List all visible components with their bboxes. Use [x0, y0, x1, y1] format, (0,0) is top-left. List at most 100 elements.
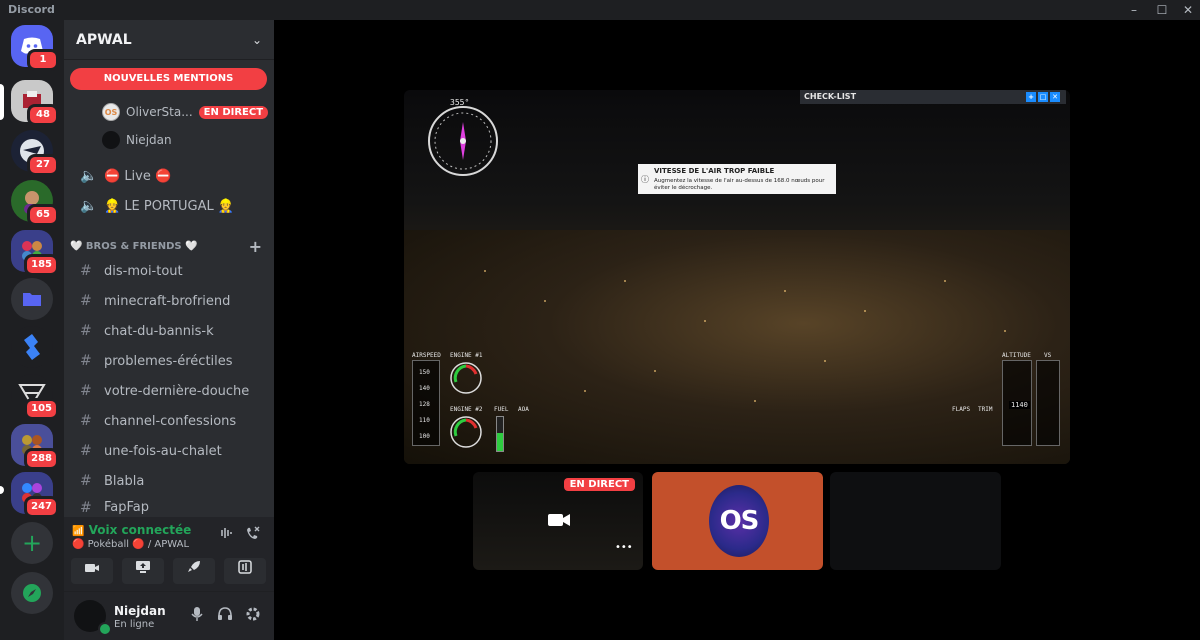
text-channel[interactable]: # chat-du-bannis-k [72, 317, 266, 345]
minimize-button[interactable]: – [1120, 2, 1148, 18]
voice-channel-link[interactable]: 🔴 Pokéball 🔴 / APWAL [72, 539, 189, 550]
checklist-title: CHECK-LIST [804, 92, 857, 101]
hashtag-icon: # [80, 473, 92, 489]
avatar: OS [709, 485, 769, 557]
new-mentions-banner[interactable]: NOUVELLES MENTIONS [70, 68, 267, 90]
engine2-label: ENGINE #2 [450, 406, 483, 413]
soundboard-icon [238, 560, 252, 574]
user-status: En ligne [114, 619, 155, 630]
avatar-initials: OS [719, 506, 760, 536]
noise-suppression-icon[interactable] [214, 525, 236, 547]
microphone-icon[interactable] [186, 606, 208, 628]
maximize-button[interactable]: ☐ [1148, 2, 1176, 18]
server-badge: 185 [24, 254, 59, 276]
server-icon-6[interactable] [11, 326, 53, 368]
activity-button[interactable] [173, 558, 215, 584]
unread-server-indicator [0, 486, 4, 494]
more-options-icon[interactable]: ••• [615, 542, 633, 553]
alert-title: VITESSE DE L'AIR TROP FAIBLE [654, 167, 775, 175]
server-icon-2[interactable]: 27 [11, 130, 59, 176]
server-icon-3[interactable]: 65 [11, 180, 59, 226]
hashtag-icon: # [80, 263, 92, 279]
server-icon-7[interactable]: 105 [11, 374, 59, 420]
soundboard-button[interactable] [224, 558, 266, 584]
checklist-window-button[interactable]: □ [1038, 92, 1048, 102]
server-folder[interactable] [11, 278, 53, 320]
text-channel[interactable]: # une-fois-au-chalet [72, 437, 266, 465]
channel-label: dis-moi-tout [104, 263, 183, 279]
live-badge: EN DIRECT [563, 478, 635, 491]
text-channel[interactable]: # Blabla [72, 467, 266, 495]
screen-share-button[interactable] [122, 558, 164, 584]
close-button[interactable]: ✕ [1174, 2, 1200, 18]
user-tile-niejdan[interactable] [830, 472, 1001, 570]
video-button[interactable] [71, 558, 113, 584]
live-badge: EN DIRECT [198, 105, 269, 119]
voice-user-niejdan[interactable]: Niejdan [102, 128, 172, 152]
category-bros-friends[interactable]: 🤍 BROS & FRIENDS 🤍 + [64, 237, 274, 256]
headphones-icon[interactable] [214, 606, 236, 628]
altitude-label: ALTITUDE [1002, 352, 1031, 359]
server-icon-1[interactable]: 48 [11, 80, 59, 126]
online-status-icon [98, 622, 112, 636]
engine1-gauge-icon [450, 362, 482, 394]
stream-tile[interactable]: EN DIRECT ••• [473, 472, 643, 570]
text-channel[interactable]: # problemes-éréctiles [72, 347, 266, 375]
user-name[interactable]: Niejdan [114, 604, 166, 618]
add-channel-icon[interactable]: + [249, 237, 262, 256]
channel-label: minecraft-brofriend [104, 293, 231, 309]
voice-status: 📶 Voix connectée [72, 523, 192, 537]
home-badge: 1 [27, 49, 59, 71]
voice-channel-live[interactable]: 🔈 ⛔ Live ⛔ [72, 162, 266, 190]
flaps-label: FLAPS [952, 406, 971, 413]
aoa-label: AOA [518, 406, 529, 413]
camera-icon [548, 514, 570, 526]
stream-stage[interactable]: CHECK-LIST + □ ✕ ⓘ VITESSE DE L'AIR TROP… [274, 20, 1200, 640]
airspeed-tape: 150 140 128 110 100 [412, 360, 440, 446]
avatar [102, 131, 120, 149]
server-icon-4[interactable]: 185 [11, 230, 59, 276]
speaker-icon: 🔈 [80, 168, 98, 184]
voice-user-oliver[interactable]: OS OliverSta... EN DIRECT [102, 100, 269, 124]
channel-label: Blabla [104, 473, 145, 489]
info-icon: ⓘ [641, 175, 649, 184]
gear-icon[interactable] [242, 606, 264, 628]
explore-button[interactable] [11, 572, 53, 614]
trim-label: TRIM [978, 406, 993, 413]
speaker-icon: 🔈 [80, 198, 98, 214]
channel-label: 👷 LE PORTUGAL 👷 [104, 198, 235, 214]
channel-label: votre-dernière-douche [104, 383, 250, 399]
guild-header[interactable]: APWAL ⌄ [64, 20, 274, 60]
hashtag-icon: # [80, 500, 92, 516]
checklist-panel[interactable]: CHECK-LIST + □ ✕ [800, 90, 1066, 104]
server-badge: 288 [24, 448, 59, 470]
channel-label: channel-confessions [104, 413, 237, 429]
fuel-label: FUEL [494, 406, 509, 413]
server-icon-9[interactable]: 247 [11, 472, 59, 518]
server-badge: 65 [27, 204, 59, 226]
main-stream-view[interactable]: CHECK-LIST + □ ✕ ⓘ VITESSE DE L'AIR TROP… [404, 90, 1070, 464]
hashtag-icon: # [80, 293, 92, 309]
compass-rose-icon [434, 112, 492, 170]
active-server-indicator [0, 84, 4, 120]
checklist-close-button[interactable]: ✕ [1050, 92, 1060, 102]
checklist-add-button[interactable]: + [1026, 92, 1036, 102]
server-badge: 105 [24, 398, 59, 420]
server-icon-8[interactable]: 288 [11, 424, 59, 470]
hashtag-icon: # [80, 443, 92, 459]
text-channel[interactable]: # FapFap [72, 496, 266, 517]
user-tile-oliver[interactable]: OS [652, 472, 823, 570]
stall-warning-alert: ⓘ VITESSE DE L'AIR TROP FAIBLE Augmentez… [638, 164, 836, 194]
channel-label: une-fois-au-chalet [104, 443, 222, 459]
disconnect-icon[interactable] [242, 525, 264, 547]
text-channel[interactable]: # votre-dernière-douche [72, 377, 266, 405]
server-badge: 27 [27, 154, 59, 176]
text-channel[interactable]: # dis-moi-tout [72, 257, 266, 285]
voice-channel-portugal[interactable]: 🔈 👷 LE PORTUGAL 👷 [72, 192, 266, 220]
fuel-bar [496, 416, 504, 452]
text-channel[interactable]: # minecraft-brofriend [72, 287, 266, 315]
text-channel[interactable]: # channel-confessions [72, 407, 266, 435]
add-server-button[interactable]: + [11, 522, 53, 564]
home-button[interactable]: 1 [11, 25, 59, 71]
signal-icon: 📶 [72, 526, 85, 537]
